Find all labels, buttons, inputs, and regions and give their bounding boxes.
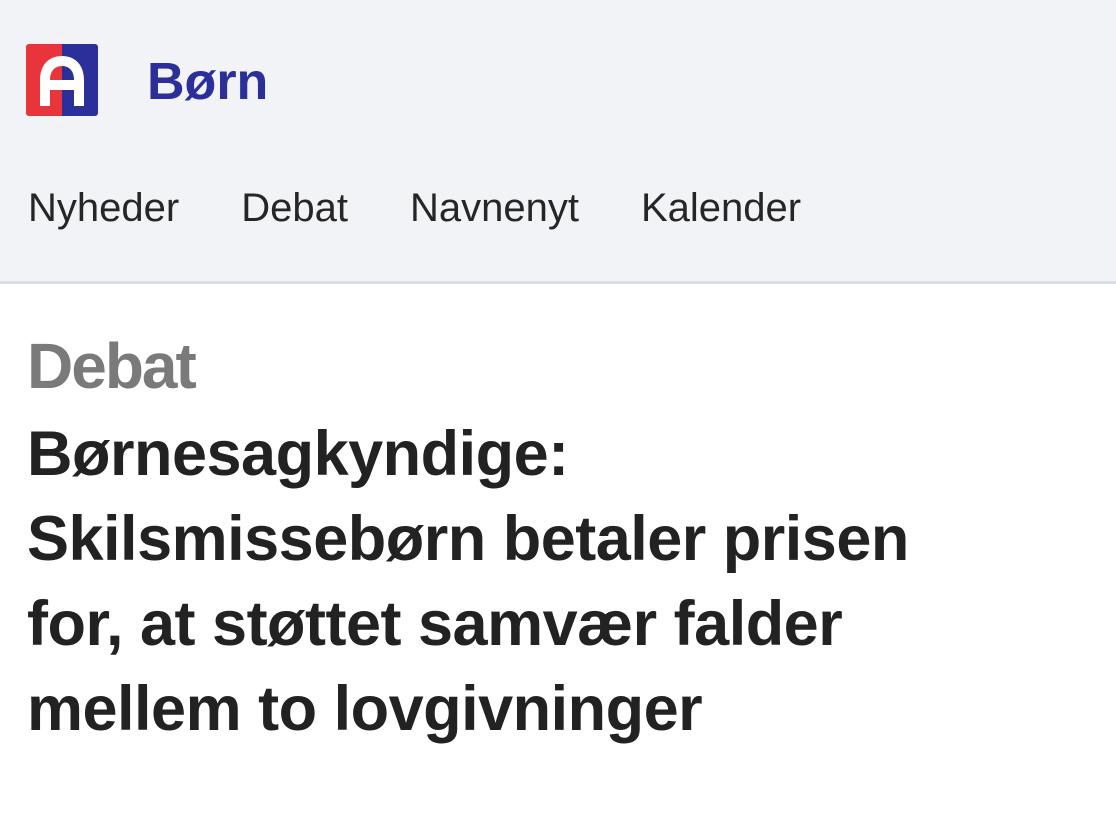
article-headline[interactable]: Børnesagkyndige: Skilsmissebørn betaler … [27,412,1097,752]
logo-a-icon [26,44,98,116]
article: Debat Børnesagkyndige: Skilsmissebørn be… [27,330,1097,752]
article-kicker[interactable]: Debat [27,330,1097,402]
headline-line: mellem to lovgivninger [27,674,703,744]
site-header: Børn Nyheder Debat Navnenyt Kalender [0,0,1116,284]
site-logo[interactable] [26,44,98,116]
headline-line: Skilsmissebørn betaler prisen [27,504,909,574]
section-title[interactable]: Børn [147,52,268,112]
headline-line: Børnesagkyndige: [27,419,569,489]
main-nav: Nyheder Debat Navnenyt Kalender [28,183,863,233]
nav-item-kalender[interactable]: Kalender [641,184,801,232]
nav-item-nyheder[interactable]: Nyheder [28,184,179,232]
nav-item-navnenyt[interactable]: Navnenyt [410,184,579,232]
nav-item-debat[interactable]: Debat [241,184,348,232]
headline-line: for, at støttet samvær falder [27,589,843,659]
